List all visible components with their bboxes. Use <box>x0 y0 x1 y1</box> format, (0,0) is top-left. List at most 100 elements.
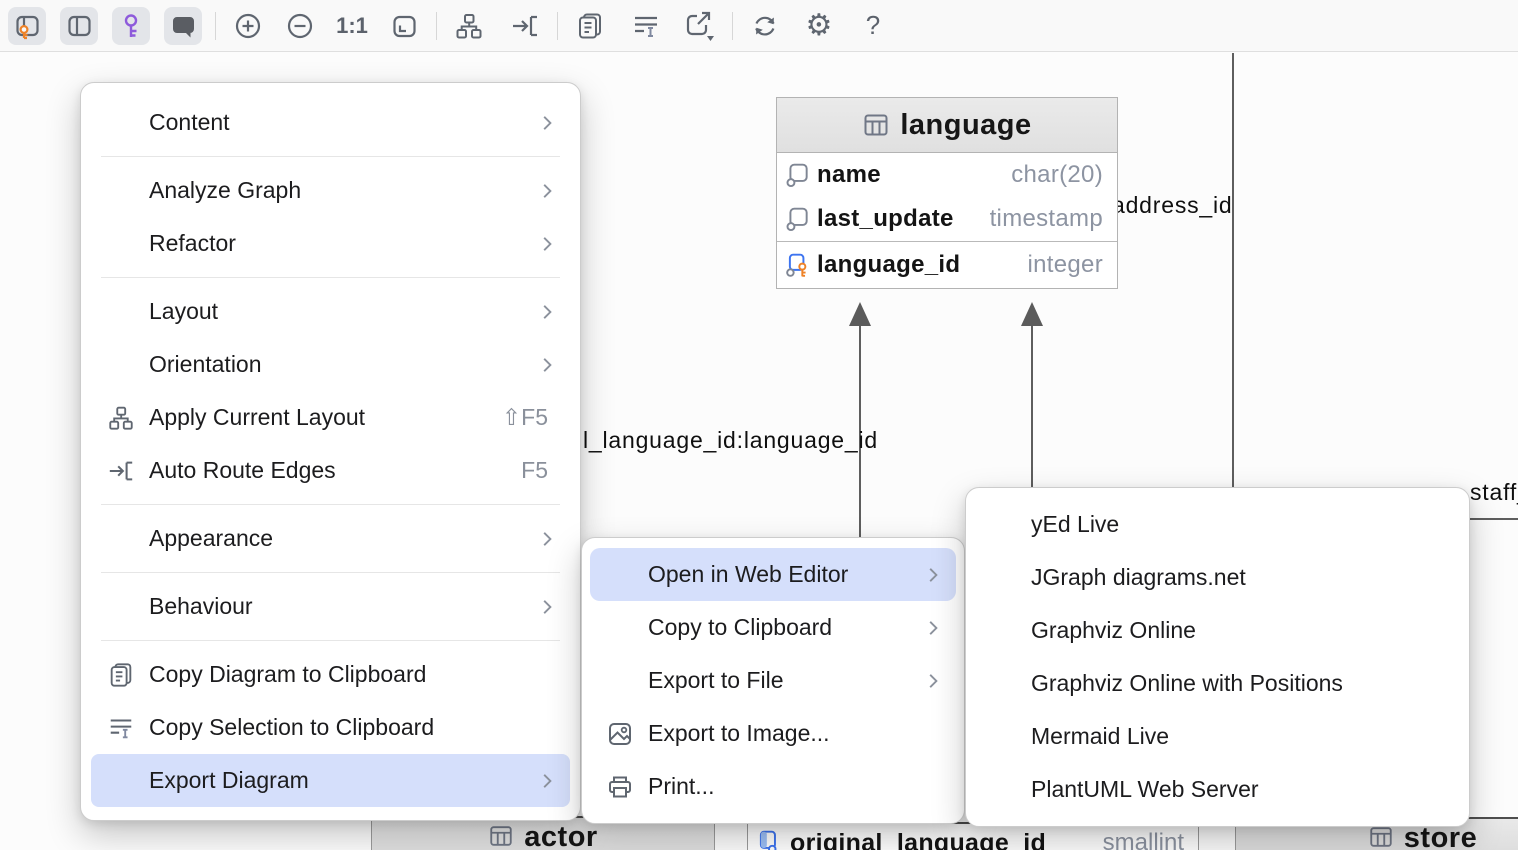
menu-item-copy-to-clipboard[interactable]: Copy to Clipboard <box>590 601 956 654</box>
menu-item-export-diagram[interactable]: Export Diagram <box>91 754 570 807</box>
primary-key-icon <box>785 252 811 278</box>
export-diagram-submenu: Open in Web Editor Copy to Clipboard Exp… <box>581 537 965 824</box>
column-name: original_language_id <box>790 829 1046 850</box>
edge-label-language-fk: l_language_id:language_id <box>583 427 878 454</box>
column-type: timestamp <box>990 205 1103 233</box>
shortcut-label: ⇧F5 <box>502 404 548 431</box>
settings-button[interactable]: ⚙ <box>800 7 838 45</box>
menu-item-copy-selection-to-clipboard[interactable]: Copy Selection to Clipboard <box>91 701 570 754</box>
table-icon <box>862 111 890 139</box>
column-name: language_id <box>817 251 960 279</box>
menu-item-apply-current-layout[interactable]: Apply Current Layout ⇧F5 <box>91 391 570 444</box>
menu-item-plantuml-web-server[interactable]: PlantUML Web Server <box>974 763 1461 816</box>
split-view-toggle-button[interactable] <box>60 7 98 45</box>
menu-item-auto-route-edges[interactable]: Auto Route Edges F5 <box>91 444 570 497</box>
help-button[interactable]: ? <box>854 7 892 45</box>
shortcut-label: F5 <box>521 457 548 484</box>
foreign-key-icon <box>756 829 782 850</box>
column-name: name <box>817 161 881 189</box>
toolbar-separator <box>557 12 558 40</box>
fit-content-icon <box>390 12 418 40</box>
apply-layout-button[interactable] <box>450 7 488 45</box>
menu-item-print[interactable]: Print... <box>590 760 956 813</box>
chevron-right-icon <box>538 598 556 616</box>
chevron-right-icon <box>538 114 556 132</box>
copy-selection-button[interactable] <box>627 7 665 45</box>
menu-item-graphviz-online-with-positions[interactable]: Graphviz Online with Positions <box>974 657 1461 710</box>
menu-item-refactor[interactable]: Refactor <box>91 217 570 270</box>
diagram-canvas[interactable]: address_id l_language_id:language_id sta… <box>0 52 1518 850</box>
comment-icon <box>169 12 197 40</box>
menu-item-export-to-image[interactable]: Export to Image... <box>590 707 956 760</box>
open-in-web-editor-submenu: yEd Live JGraph diagrams.net Graphviz On… <box>965 487 1470 827</box>
zoom-in-icon <box>233 11 263 41</box>
export-icon <box>684 10 716 42</box>
edge-label-staff: staff_ <box>1470 479 1518 506</box>
copy-diagram-button[interactable] <box>571 7 609 45</box>
menu-item-analyze-graph[interactable]: Analyze Graph <box>91 164 570 217</box>
fit-content-button[interactable] <box>385 7 423 45</box>
refresh-button[interactable] <box>746 7 784 45</box>
chevron-right-icon <box>538 303 556 321</box>
layout-icon <box>454 11 484 41</box>
menu-item-mermaid-live[interactable]: Mermaid Live <box>974 710 1461 763</box>
zoom-out-icon <box>285 11 315 41</box>
table-language[interactable]: language name char(20) last_update times… <box>776 97 1118 289</box>
toolbar: 1:1 <box>0 0 1518 52</box>
column-type: smallint <box>1103 829 1184 850</box>
column-row-name[interactable]: name char(20) <box>777 153 1117 197</box>
column-row-last-update[interactable]: last_update timestamp <box>777 197 1117 241</box>
menu-item-appearance[interactable]: Appearance <box>91 512 570 565</box>
menu-item-jgraph-diagrams-net[interactable]: JGraph diagrams.net <box>974 551 1461 604</box>
chevron-right-icon <box>924 672 942 690</box>
column-row-language-id[interactable]: language_id integer <box>777 242 1117 288</box>
menu-item-open-in-web-editor[interactable]: Open in Web Editor <box>590 548 956 601</box>
edge-staff <box>1468 518 1518 520</box>
menu-item-yed-live[interactable]: yEd Live <box>974 498 1461 551</box>
menu-item-export-to-file[interactable]: Export to File <box>590 654 956 707</box>
copy-diagram-icon <box>575 11 605 41</box>
menu-item-layout[interactable]: Layout <box>91 285 570 338</box>
chevron-right-icon <box>924 619 942 637</box>
comments-toggle-button[interactable] <box>164 7 202 45</box>
menu-separator <box>101 277 560 278</box>
column-type: char(20) <box>1011 161 1103 189</box>
table-language-header[interactable]: language <box>777 98 1117 153</box>
menu-separator <box>101 504 560 505</box>
auto-route-icon <box>510 11 540 41</box>
menu-item-orientation[interactable]: Orientation <box>91 338 570 391</box>
menu-item-content[interactable]: Content <box>91 96 570 149</box>
chevron-right-icon <box>538 356 556 374</box>
gear-icon: ⚙ <box>806 11 833 41</box>
auto-route-edges-button[interactable] <box>506 7 544 45</box>
toolbar-separator <box>732 12 733 40</box>
menu-item-graphviz-online[interactable]: Graphviz Online <box>974 604 1461 657</box>
table-columns-key-toggle-button[interactable] <box>8 7 46 45</box>
show-keys-toggle-button[interactable] <box>112 7 150 45</box>
printer-icon <box>606 773 634 801</box>
table-title: actor <box>524 821 597 850</box>
menu-item-behaviour[interactable]: Behaviour <box>91 580 570 633</box>
edge-arrowhead <box>1021 302 1043 326</box>
copy-selection-icon <box>107 714 135 742</box>
zoom-in-button[interactable] <box>229 7 267 45</box>
menu-separator <box>101 156 560 157</box>
chevron-right-icon <box>538 235 556 253</box>
copy-selection-icon <box>631 11 661 41</box>
refresh-icon <box>750 11 780 41</box>
layout-icon <box>107 404 135 432</box>
toolbar-separator <box>215 12 216 40</box>
context-menu: Content Analyze Graph Refactor Layout Or… <box>80 82 581 821</box>
chevron-right-icon <box>538 182 556 200</box>
chevron-right-icon <box>538 530 556 548</box>
chevron-right-icon <box>538 772 556 790</box>
table-icon <box>1368 824 1394 850</box>
edge-arrowhead <box>849 302 871 326</box>
copy-diagram-icon <box>107 661 135 689</box>
zoom-out-button[interactable] <box>281 7 319 45</box>
menu-item-copy-diagram-to-clipboard[interactable]: Copy Diagram to Clipboard <box>91 648 570 701</box>
table-title: language <box>900 109 1031 142</box>
export-button[interactable] <box>681 7 719 45</box>
zoom-reset-button[interactable]: 1:1 <box>333 7 371 45</box>
chevron-right-icon <box>924 566 942 584</box>
